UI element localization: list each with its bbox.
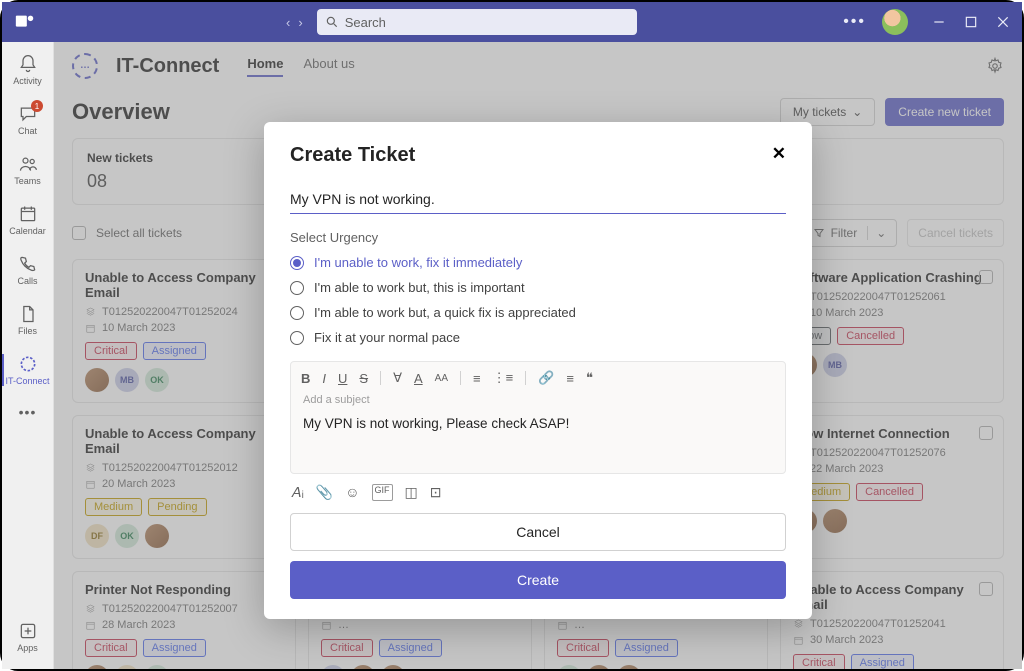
rail-label: Files <box>18 326 37 336</box>
close-icon[interactable] <box>996 15 1010 29</box>
rail-calls[interactable]: Calls <box>2 252 53 288</box>
more-compose-icon[interactable]: ⊡ <box>430 484 442 501</box>
radio-dot-icon <box>290 256 304 270</box>
rail-teams[interactable]: Teams <box>2 152 53 188</box>
radio-label: I'm able to work but, a quick fix is app… <box>314 305 576 320</box>
rail-apps[interactable]: Apps <box>2 619 53 655</box>
underline-icon[interactable]: U <box>338 371 347 386</box>
link-icon[interactable]: 🔗 <box>538 370 554 386</box>
maximize-icon[interactable] <box>964 15 978 29</box>
user-avatar[interactable] <box>882 9 908 35</box>
urgency-radio[interactable]: I'm able to work but, a quick fix is app… <box>290 305 786 320</box>
rail-activity[interactable]: Activity <box>2 52 53 88</box>
radio-label: Fix it at your normal pace <box>314 330 460 345</box>
search-icon <box>325 15 339 29</box>
font-size-icon[interactable]: АА <box>435 373 448 384</box>
rail-label: Apps <box>17 643 38 653</box>
rail-itconnect[interactable]: IT-Connect <box>2 352 53 388</box>
modal-create-button[interactable]: Create <box>290 561 786 599</box>
bold-icon[interactable]: B <box>301 371 310 386</box>
chat-badge: 1 <box>31 100 43 112</box>
global-search-input[interactable]: Search <box>317 9 637 35</box>
format-icon[interactable]: 𝘈ᵢ <box>292 484 304 501</box>
radio-dot-icon <box>290 281 304 295</box>
sticker-icon[interactable]: ◫ <box>405 484 418 501</box>
search-placeholder: Search <box>345 15 386 30</box>
rail-label: Chat <box>18 126 37 136</box>
rail-label: Calendar <box>9 226 46 236</box>
rail-chat[interactable]: 1 Chat <box>2 102 53 138</box>
more-icon[interactable]: ••• <box>843 13 866 31</box>
subject-placeholder[interactable]: Add a subject <box>291 394 785 412</box>
urgency-radio[interactable]: Fix it at your normal pace <box>290 330 786 345</box>
radio-dot-icon <box>290 331 304 345</box>
quote-icon[interactable]: ❝ <box>586 370 593 386</box>
modal-cancel-button[interactable]: Cancel <box>290 513 786 551</box>
rail-label: Teams <box>14 176 41 186</box>
nav-back-icon[interactable]: ‹ <box>286 15 290 30</box>
rail-label: IT-Connect <box>5 376 49 386</box>
rail-label: Activity <box>13 76 42 86</box>
titlebar: ‹ › Search ••• <box>2 2 1022 42</box>
code-icon[interactable]: ≡ <box>566 371 574 386</box>
urgency-radio[interactable]: I'm able to work but, this is important <box>290 280 786 295</box>
rail-calendar[interactable]: Calendar <box>2 202 53 238</box>
bullet-list-icon[interactable]: ≡ <box>473 371 481 386</box>
strike-icon[interactable]: S <box>359 371 368 386</box>
minimize-icon[interactable] <box>932 15 946 29</box>
rail-files[interactable]: Files <box>2 302 53 338</box>
modal-title: Create Ticket <box>290 144 415 167</box>
ticket-title-input[interactable] <box>290 185 786 214</box>
radio-dot-icon <box>290 306 304 320</box>
number-list-icon[interactable]: ⋮≡ <box>493 370 514 386</box>
attach-icon[interactable]: 📎 <box>316 484 333 501</box>
modal-close-icon[interactable]: ✕ <box>772 144 786 164</box>
urgency-radio[interactable]: I'm unable to work, fix it immediately <box>290 255 786 270</box>
gif-icon[interactable]: GIF <box>372 484 393 501</box>
modal-scrim[interactable]: Create Ticket ✕ Select Urgency I'm unabl… <box>54 42 1022 669</box>
italic-icon[interactable]: I <box>322 371 326 386</box>
rich-text-editor: B I U S ∀ A АА ≡ ⋮≡ 🔗 ≡ ❝ <box>290 361 786 474</box>
urgency-label: Select Urgency <box>290 230 786 245</box>
main-content: IT-Connect Home About us Overview My tic… <box>54 42 1022 669</box>
editor-body[interactable]: My VPN is not working, Please check ASAP… <box>291 412 785 473</box>
rail-more[interactable]: ••• <box>2 402 53 422</box>
highlight-icon[interactable]: ∀ <box>393 370 402 386</box>
radio-label: I'm unable to work, fix it immediately <box>314 255 522 270</box>
radio-label: I'm able to work but, this is important <box>314 280 525 295</box>
app-rail: Activity 1 Chat Teams Calendar Calls File… <box>2 42 54 669</box>
nav-forward-icon[interactable]: › <box>298 15 302 30</box>
emoji-icon[interactable]: ☺ <box>345 484 359 501</box>
create-ticket-modal: Create Ticket ✕ Select Urgency I'm unabl… <box>264 122 812 619</box>
teams-app-icon <box>14 11 36 33</box>
rail-label: Calls <box>17 276 37 286</box>
font-color-icon[interactable]: A <box>414 371 423 386</box>
